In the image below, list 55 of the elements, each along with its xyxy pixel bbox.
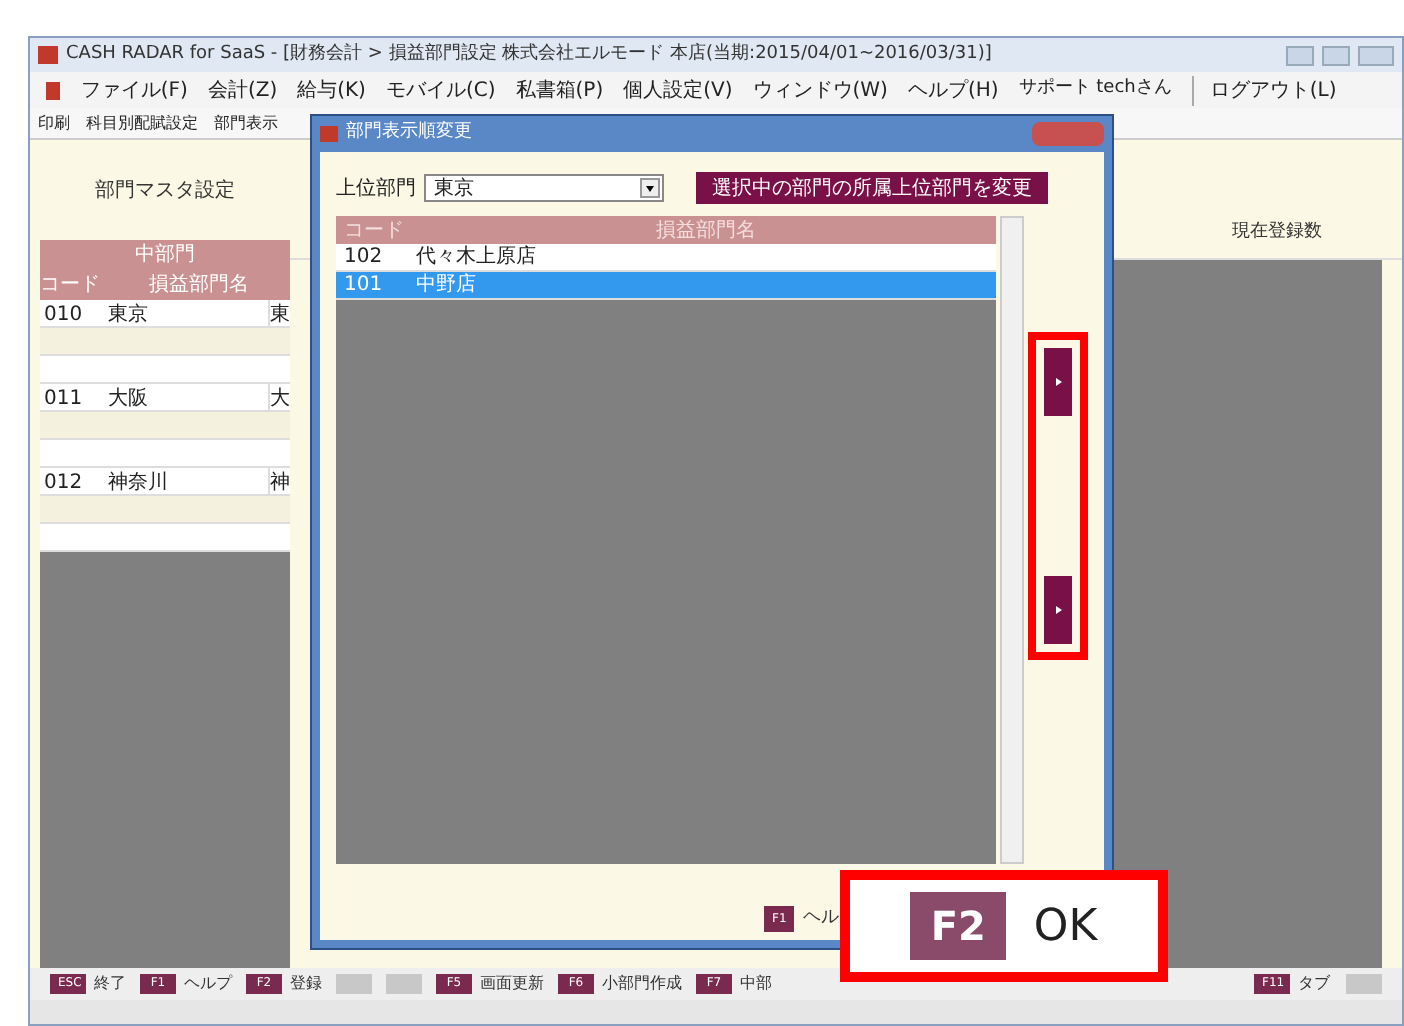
column-header: 損益部門名 [147,271,251,300]
function-key-label: 小部門作成 [602,972,682,996]
toolbar-tab[interactable]: 部門表示 [214,111,278,135]
table-cell-text: 大阪 [108,385,150,410]
maximize-button[interactable] [1322,45,1350,65]
change-parent-button[interactable]: 選択中の部門の所属上位部門を変更 [696,172,1048,204]
table-cell-text: 神奈川 [108,469,170,494]
function-key-label: 登録 [290,972,322,996]
menu-item[interactable]: 私書箱(P) [515,75,604,105]
function-key-label: 中部 [740,972,772,996]
column-header: コード [342,217,406,245]
app-logo-icon [320,126,338,142]
table-cell: 神 [268,468,290,494]
table-cell-text: 012 [42,470,85,494]
ok-label: OK [1033,899,1098,955]
minimize-button[interactable] [1286,45,1314,65]
function-key-label: ヘルプ [184,972,232,996]
registered-count-label: 現在登録数 [1232,219,1322,245]
table-cell-text: 011 [42,386,85,410]
user-name: サポート techさん [1018,76,1172,103]
panel-title: 部門マスタ設定 [95,177,235,205]
close-button[interactable] [1358,45,1394,65]
table-cell-text: 010 [42,302,85,326]
menu-item[interactable]: 会計(Z) [207,75,278,105]
menu-item[interactable]: 給与(K) [297,75,366,105]
menu-item[interactable]: ウィンドウ(W) [752,75,888,105]
move-down-button[interactable] [1044,576,1072,644]
logout-link[interactable]: ログアウト(L) [1191,75,1337,105]
close-button[interactable] [1032,122,1104,146]
table-cell-text: 東京 [108,301,150,326]
function-key-label: ヘル [802,905,839,931]
table-cell: 大 [268,384,290,410]
parent-department-select[interactable]: 東京 [424,174,664,202]
f2-key: F2 [910,892,1006,960]
dialog-title: 部門表示順変更 [346,120,472,147]
function-key-label: 終了 [94,972,126,996]
select-value: 東京 [432,175,476,203]
window-title: CASH RADAR for SaaS - [財務会計 > 損益部門設定 株式会社エルモード 本店(当期:2015/04/01~2016/03/31)] [66,41,992,68]
column-group-header: 中部門 [133,241,197,270]
column-header: 損益部門名 [654,217,759,245]
table-cell: 東 [268,300,290,326]
parent-department-label: 上位部門 [336,175,416,203]
ok-callout-tooltip[interactable]: F2 OK [840,870,1168,982]
function-key-label: タブ [1298,972,1330,996]
scrollbar[interactable] [1000,216,1024,864]
menu-item[interactable]: ヘルプ(H) [907,75,999,105]
menu-item[interactable]: 個人設定(V) [623,75,733,105]
function-key-label: 画面更新 [480,972,544,996]
menu-item[interactable]: モバイル(C) [385,75,496,105]
toolbar-tab[interactable]: 印刷 [38,111,70,135]
column-header: コード [40,272,102,300]
menu-item[interactable]: ファイル(F) [80,75,188,105]
list-row[interactable]: 102 代々木上原店 [336,244,997,272]
move-up-button[interactable] [1044,348,1072,416]
toolbar-tab[interactable]: 科目別配賦設定 [86,111,198,135]
